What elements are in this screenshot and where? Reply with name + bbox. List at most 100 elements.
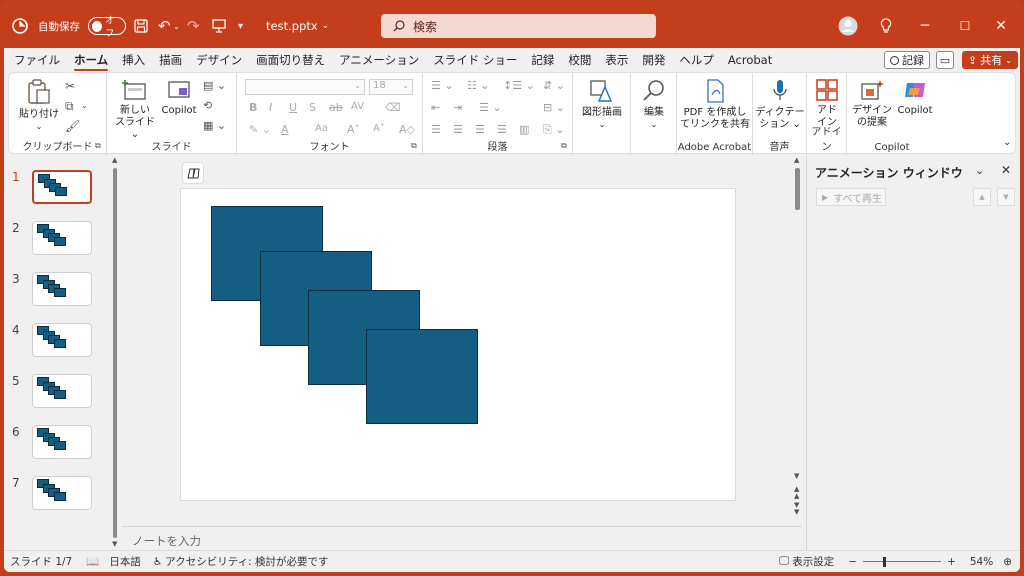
collapse-ribbon-icon[interactable]: ⌄ [1003, 137, 1011, 148]
language-indicator[interactable]: 日本語 [109, 554, 141, 569]
text-effects-icon[interactable]: A◇ [399, 123, 415, 136]
accessibility-status[interactable]: アクセシビリティ: 検討が必要です [165, 554, 328, 569]
slide-thumbnail-5[interactable] [32, 374, 92, 408]
slide-thumbnail-7[interactable] [32, 476, 92, 510]
save-icon[interactable] [134, 4, 148, 48]
scroll-up-icon[interactable]: ▲ [112, 156, 117, 164]
close-pane-icon[interactable]: ✕ [1001, 163, 1011, 177]
copilot-button[interactable]: Copilot [895, 79, 935, 117]
tab-developer[interactable]: 開発 [635, 48, 672, 72]
paste-button[interactable]: 貼り付け ⌄ [19, 79, 59, 133]
tab-insert[interactable]: 挿入 [115, 48, 152, 72]
previous-slide-icon[interactable]: ▲ ▲ [794, 486, 799, 500]
justify-icon[interactable]: ☰ [497, 123, 507, 136]
strikethrough-button[interactable]: ab [329, 101, 343, 114]
account-avatar-icon[interactable] [838, 4, 858, 48]
font-launcher-icon[interactable]: ⧉ [411, 141, 417, 151]
editor-scroll-thumb[interactable] [795, 168, 800, 210]
shadow-button[interactable]: S [309, 101, 316, 114]
highlight-icon[interactable]: ✎ ⌄ [249, 123, 271, 136]
play-all-button[interactable]: ▶ すべて再生 [816, 188, 886, 206]
new-slide-button[interactable]: 新しい スライド ⌄ [113, 79, 157, 141]
copilot-slides-button[interactable]: Copilot [159, 79, 199, 117]
zoom-level[interactable]: 54% [970, 556, 993, 568]
zoom-slider[interactable] [863, 556, 942, 567]
tab-draw[interactable]: 描画 [152, 48, 189, 72]
bold-button[interactable]: B [249, 101, 257, 114]
tab-review[interactable]: 校閲 [561, 48, 598, 72]
tab-help[interactable]: ヘルプ [672, 48, 721, 72]
slide-canvas[interactable] [180, 188, 736, 501]
spell-check-icon[interactable]: 📖 [86, 555, 99, 568]
tab-design[interactable]: デザイン [189, 48, 249, 72]
tab-view[interactable]: 表示 [598, 48, 635, 72]
create-pdf-button[interactable]: PDF を作成し てリンクを共有 [679, 79, 751, 131]
clipboard-launcher-icon[interactable]: ⧉ [95, 141, 101, 151]
editing-button[interactable]: 編集 ⌄ [635, 79, 673, 131]
align-center-icon[interactable]: ☰ [453, 123, 463, 136]
close-window-icon[interactable]: ✕ [978, 4, 1020, 48]
autosave-toggle[interactable]: オフ [82, 4, 126, 48]
change-case-button[interactable]: Aa [315, 123, 328, 134]
format-painter-icon[interactable]: 🖌 [65, 119, 80, 133]
tab-file[interactable]: ファイル [7, 48, 67, 72]
redo-icon[interactable]: ↷ [187, 4, 200, 48]
char-spacing-button[interactable]: AV [351, 101, 364, 112]
increase-indent-icon[interactable]: ⇥ [453, 101, 462, 114]
search-box[interactable]: 検索 [381, 14, 656, 38]
distributed-icon[interactable]: ▥ [519, 123, 529, 136]
designer-button[interactable]: デザイン の提案 [851, 79, 893, 129]
tab-record[interactable]: 記録 [524, 48, 561, 72]
thumbnails-scroll-thumb[interactable] [113, 168, 117, 538]
copy-chevron-icon[interactable]: ⌄ [81, 101, 88, 110]
fit-to-window-icon[interactable]: ⊕ [1003, 556, 1012, 568]
presenter-icon[interactable] [212, 4, 226, 48]
next-slide-icon[interactable]: ▼ ▼ [794, 502, 799, 516]
font-size-dropdown[interactable]: 18 ⌄ [369, 79, 413, 95]
font-color-button[interactable]: A [281, 123, 289, 136]
file-name[interactable]: test.pptx ⌄ [266, 4, 329, 48]
move-down-icon[interactable]: ▼ [997, 188, 1015, 206]
thumbnails-scrollbar[interactable]: ▲ ▼ [110, 156, 120, 550]
font-name-dropdown[interactable]: ⌄ [245, 79, 365, 95]
align-text-icon[interactable]: ⊟ ⌄ [543, 101, 565, 114]
bullets-icon[interactable]: ☰ ⌄ [431, 79, 454, 92]
text-direction-icon[interactable]: ⇵ ⌄ [543, 79, 565, 92]
rectangle-shape-4[interactable] [366, 329, 478, 424]
tab-slideshow[interactable]: スライド ショー [426, 48, 524, 72]
clear-format-icon[interactable]: ⌫ [385, 101, 401, 114]
zoom-in-icon[interactable]: + [947, 556, 956, 568]
shrink-font-icon[interactable]: A˅ [373, 123, 385, 134]
tab-acrobat[interactable]: Acrobat [721, 48, 779, 72]
move-up-icon[interactable]: ▲ [973, 188, 991, 206]
customize-toolbar-icon[interactable]: ▾ [238, 4, 243, 48]
align-left-icon[interactable]: ☰ [431, 123, 441, 136]
scroll-down-icon[interactable]: ▼ [112, 540, 117, 548]
copy-icon[interactable]: ⧉ [65, 99, 74, 114]
italic-button[interactable]: I [269, 101, 272, 114]
slide-thumbnail-3[interactable] [32, 272, 92, 306]
addins-button[interactable]: アド イン [809, 79, 845, 129]
section-icon[interactable]: ▦ ⌄ [203, 119, 226, 132]
display-settings-button[interactable]: 表示設定 [792, 554, 834, 569]
dictate-button[interactable]: ディクテー ション ⌄ [755, 79, 805, 131]
tab-home[interactable]: ホーム [67, 48, 115, 72]
editor-scrollbar[interactable]: ▲ ▼ ▲ ▲ ▼ ▼ [794, 156, 802, 524]
editor-scroll-down-icon[interactable]: ▼ [794, 472, 799, 480]
slide-thumbnail-2[interactable] [32, 221, 92, 255]
line-spacing-icon[interactable]: ↕☰ ⌄ [503, 79, 535, 92]
slide-thumbnail-6[interactable] [32, 425, 92, 459]
cut-icon[interactable]: ✂ [65, 79, 75, 93]
notes-input[interactable]: ノートを入力 [122, 526, 802, 550]
pane-options-chevron-icon[interactable]: ⌄ [975, 164, 984, 177]
comments-icon[interactable]: ▭ [936, 51, 954, 69]
lightbulb-icon[interactable] [880, 4, 892, 48]
zoom-thumb[interactable] [883, 556, 887, 567]
decrease-indent-icon[interactable]: ⇤ [431, 101, 440, 114]
grow-font-icon[interactable]: A˄ [347, 123, 360, 136]
smartart-icon[interactable]: ⎘ ⌄ [543, 123, 565, 137]
shapes-button[interactable]: 図形描画 ⌄ [579, 79, 625, 131]
layout-icon[interactable]: ▤ ⌄ [203, 79, 226, 92]
reset-icon[interactable]: ⟲ [203, 99, 212, 112]
record-button[interactable]: 記録 [884, 51, 930, 69]
